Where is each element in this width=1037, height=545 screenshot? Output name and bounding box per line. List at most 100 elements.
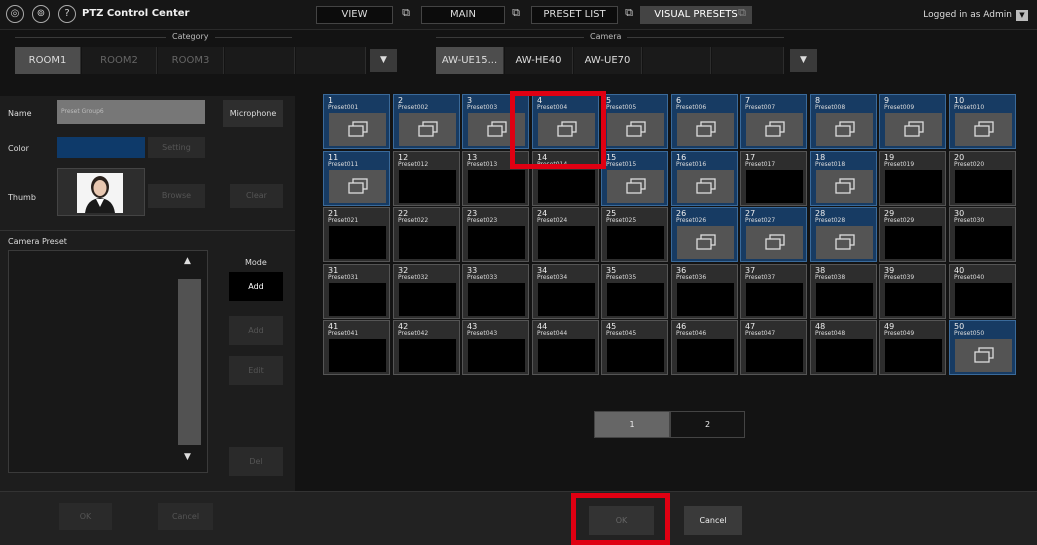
tab-main[interactable]: MAIN: [421, 6, 505, 24]
preset-cell[interactable]: 2 Preset002: [393, 94, 460, 149]
preset-cell[interactable]: 21 Preset021: [323, 207, 390, 262]
name-input[interactable]: Preset Group6: [57, 100, 205, 124]
preset-cell[interactable]: 48 Preset048: [810, 320, 877, 375]
preset-cell[interactable]: 12 Preset012: [393, 151, 460, 206]
preset-cell[interactable]: 29 Preset029: [879, 207, 946, 262]
preset-cell[interactable]: 35 Preset035: [601, 264, 668, 319]
preset-cell[interactable]: 6 Preset006: [671, 94, 738, 149]
page-1-button[interactable]: 1: [594, 411, 670, 438]
preset-cell[interactable]: 18 Preset018: [810, 151, 877, 206]
preset-cell[interactable]: 24 Preset024: [532, 207, 599, 262]
preset-thumbnail: [746, 170, 803, 203]
preset-cell[interactable]: 17 Preset017: [740, 151, 807, 206]
preset-cell[interactable]: 42 Preset042: [393, 320, 460, 375]
preset-cell[interactable]: 43 Preset043: [462, 320, 529, 375]
tab-view[interactable]: VIEW: [316, 6, 393, 24]
preset-cell[interactable]: 49 Preset049: [879, 320, 946, 375]
preset-cell[interactable]: 50 Preset050: [949, 320, 1016, 375]
login-dropdown-icon[interactable]: ▼: [1016, 10, 1028, 21]
preset-cell[interactable]: 16 Preset016: [671, 151, 738, 206]
preset-cell[interactable]: 27 Preset027: [740, 207, 807, 262]
page-2-button[interactable]: 2: [670, 411, 745, 438]
preset-cell[interactable]: 1 Preset001: [323, 94, 390, 149]
browse-button[interactable]: Browse: [148, 184, 205, 208]
scroll-down-icon[interactable]: ▼: [184, 452, 191, 462]
popout-main-icon[interactable]: ⧉: [509, 6, 523, 20]
preset-cell[interactable]: 11 Preset011: [323, 151, 390, 206]
preset-cell[interactable]: 30 Preset030: [949, 207, 1016, 262]
left-ok-button[interactable]: OK: [59, 503, 112, 530]
preset-cell[interactable]: 10 Preset010: [949, 94, 1016, 149]
popout-preset-list-icon[interactable]: ⧉: [622, 6, 636, 20]
preset-thumbnail: [885, 170, 942, 203]
controller-icon[interactable]: ⊚: [32, 5, 50, 23]
preset-cell[interactable]: 46 Preset046: [671, 320, 738, 375]
room-tab-room2[interactable]: ROOM2: [82, 47, 157, 74]
preset-cell[interactable]: 25 Preset025: [601, 207, 668, 262]
preset-cell[interactable]: 39 Preset039: [879, 264, 946, 319]
preset-cell[interactable]: 20 Preset020: [949, 151, 1016, 206]
preset-name: Preset047: [745, 330, 776, 337]
preset-name: Preset008: [815, 104, 846, 111]
preset-stack-icon: [974, 347, 994, 363]
popout-view-icon[interactable]: ⧉: [399, 6, 413, 20]
left-cancel-button[interactable]: Cancel: [158, 503, 213, 530]
preset-cell[interactable]: 44 Preset044: [532, 320, 599, 375]
camera-tab-aw-he40[interactable]: AW-HE40: [505, 47, 573, 74]
preset-cell[interactable]: 36 Preset036: [671, 264, 738, 319]
camera-tab-empty-5[interactable]: [712, 47, 784, 74]
clear-button[interactable]: Clear: [230, 184, 283, 208]
preset-cell[interactable]: 19 Preset019: [879, 151, 946, 206]
preset-name: Preset025: [606, 217, 637, 224]
preset-cell[interactable]: 15 Preset015: [601, 151, 668, 206]
preset-cell[interactable]: 34 Preset034: [532, 264, 599, 319]
preset-stack-icon: [974, 121, 994, 137]
preset-cell[interactable]: 9 Preset009: [879, 94, 946, 149]
preset-cell[interactable]: 37 Preset037: [740, 264, 807, 319]
category-dropdown-button[interactable]: ▼: [370, 49, 397, 72]
del-button[interactable]: Del: [229, 447, 283, 476]
preset-name: Preset036: [676, 274, 707, 281]
mode-add-button[interactable]: Add: [229, 272, 283, 301]
preset-cell[interactable]: 41 Preset041: [323, 320, 390, 375]
preset-cell[interactable]: 7 Preset007: [740, 94, 807, 149]
preset-cell[interactable]: 31 Preset031: [323, 264, 390, 319]
microphone-button[interactable]: Microphone: [223, 100, 283, 127]
preset-cell[interactable]: 47 Preset047: [740, 320, 807, 375]
preset-cell[interactable]: 32 Preset032: [393, 264, 460, 319]
preset-cell[interactable]: 28 Preset028: [810, 207, 877, 262]
tab-preset-list[interactable]: PRESET LIST: [531, 6, 618, 24]
camera-tab-aw-ue15[interactable]: AW-UE15...: [436, 47, 504, 74]
preset-thumbnail: [399, 113, 456, 146]
edit-button[interactable]: Edit: [229, 356, 283, 385]
preset-cell[interactable]: 40 Preset040: [949, 264, 1016, 319]
preset-cell[interactable]: 5 Preset005: [601, 94, 668, 149]
camera-settings-icon[interactable]: ◎: [6, 5, 24, 23]
color-setting-button[interactable]: Setting: [148, 137, 205, 158]
color-swatch[interactable]: [57, 137, 145, 158]
preset-list-scrollbar[interactable]: [178, 279, 201, 445]
preset-thumbnail: [816, 226, 873, 259]
room-tab-empty-5[interactable]: [296, 47, 366, 74]
preset-cell[interactable]: 26 Preset026: [671, 207, 738, 262]
scroll-up-icon[interactable]: ▲: [184, 256, 191, 266]
preset-cell[interactable]: 33 Preset033: [462, 264, 529, 319]
preset-name: Preset044: [537, 330, 568, 337]
cancel-button[interactable]: Cancel: [684, 506, 742, 535]
preset-cell[interactable]: 8 Preset008: [810, 94, 877, 149]
add-button[interactable]: Add: [229, 316, 283, 345]
camera-tab-aw-ue70[interactable]: AW-UE70: [574, 47, 642, 74]
preset-cell[interactable]: 22 Preset022: [393, 207, 460, 262]
camera-tab-empty-4[interactable]: [643, 47, 711, 74]
preset-cell[interactable]: 45 Preset045: [601, 320, 668, 375]
preset-cell[interactable]: 23 Preset023: [462, 207, 529, 262]
help-icon[interactable]: ?: [58, 5, 76, 23]
room-tab-room1[interactable]: ROOM1: [15, 47, 81, 74]
preset-name: Preset050: [954, 330, 985, 337]
room-tab-empty-4[interactable]: [225, 47, 295, 74]
preset-name: Preset045: [606, 330, 637, 337]
popout-visual-presets-icon[interactable]: ⧉: [735, 6, 749, 20]
room-tab-room3[interactable]: ROOM3: [158, 47, 224, 74]
camera-dropdown-button[interactable]: ▼: [790, 49, 817, 72]
preset-cell[interactable]: 38 Preset038: [810, 264, 877, 319]
